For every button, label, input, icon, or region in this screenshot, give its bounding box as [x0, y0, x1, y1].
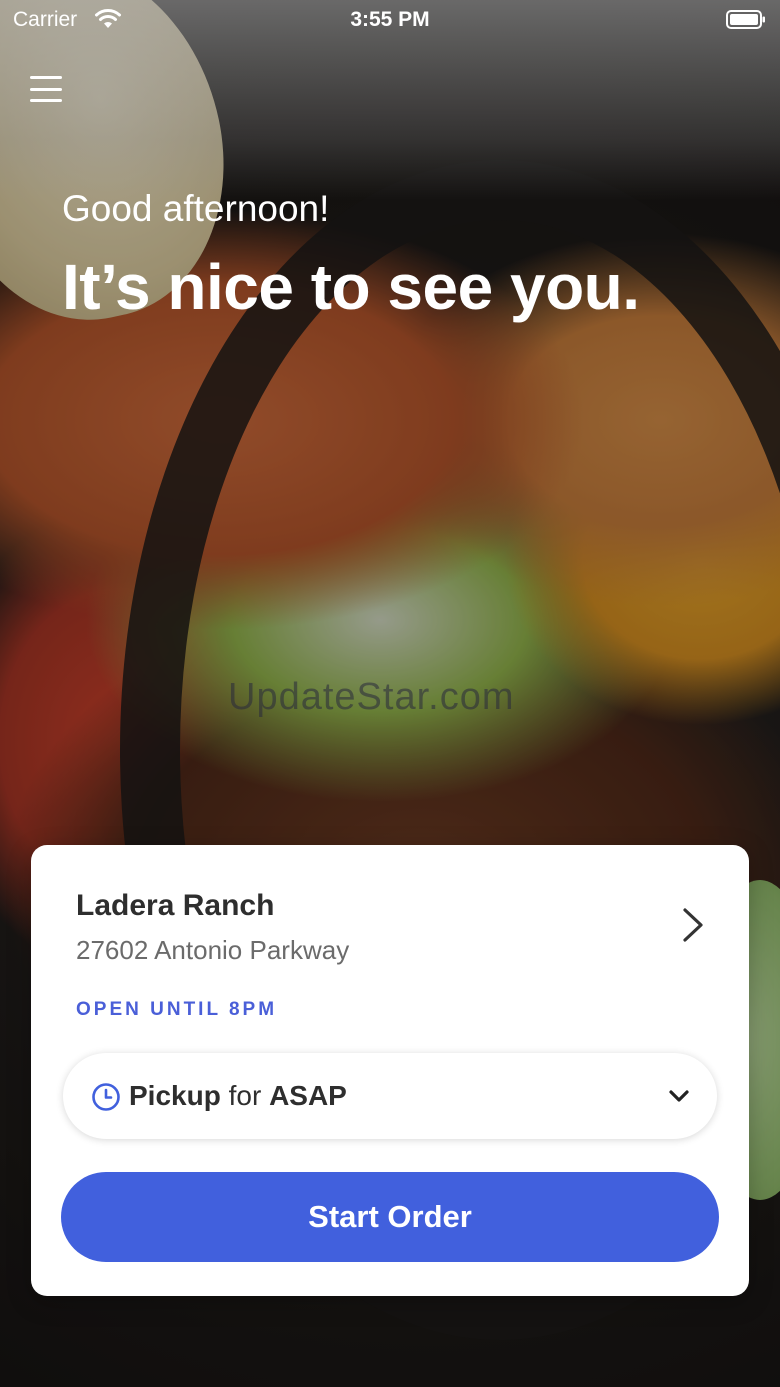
location-card: Ladera Ranch 27602 Antonio Parkway OPEN … [31, 845, 749, 1296]
hamburger-menu-icon[interactable] [28, 72, 64, 106]
location-address: 27602 Antonio Parkway [76, 935, 350, 965]
location-selector[interactable]: Ladera Ranch 27602 Antonio Parkway [31, 845, 749, 985]
status-time: 3:55 PM [350, 8, 430, 31]
clock-icon [92, 1083, 120, 1111]
order-mode-dropdown[interactable]: Pickup for ASAP [63, 1053, 717, 1139]
location-name: Ladera Ranch [76, 889, 275, 922]
chevron-down-icon [669, 1090, 689, 1102]
greeting-text: Good afternoon! [62, 188, 330, 229]
chevron-right-icon [683, 908, 703, 942]
menu-line [30, 99, 62, 102]
welcome-headline: It’s nice to see you. [62, 251, 640, 323]
start-order-button[interactable]: Start Order [61, 1172, 719, 1262]
menu-line [30, 87, 62, 91]
battery-icon [726, 10, 765, 29]
store-hours-label: OPEN UNTIL 8PM [76, 999, 278, 1020]
order-mode-connector: for [228, 1080, 262, 1111]
order-time-value: ASAP [269, 1080, 347, 1111]
status-bar: Carrier 3:55 PM [0, 0, 780, 40]
order-mode-text: Pickup for ASAP [129, 1080, 347, 1112]
order-mode-value: Pickup [129, 1080, 221, 1111]
watermark-text: UpdateStar.com [228, 676, 515, 718]
menu-line [30, 76, 62, 79]
